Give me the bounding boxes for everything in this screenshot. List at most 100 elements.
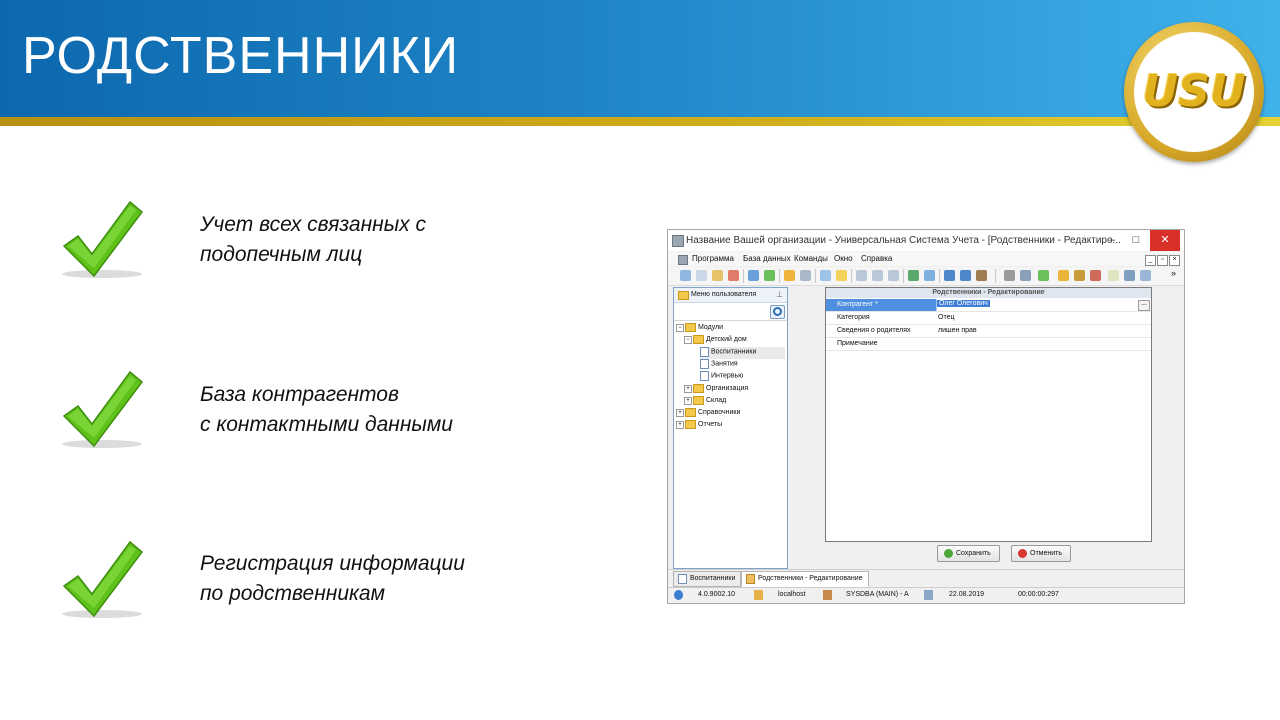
- menu-bar: Программа База данных Команды Окно Справ…: [668, 252, 1184, 266]
- save-label: Сохранить: [956, 550, 991, 557]
- window-title: Название Вашей организации - Универсальн…: [686, 235, 1121, 246]
- maximize-button[interactable]: □: [1124, 230, 1148, 251]
- filter-clear-icon[interactable]: [800, 270, 811, 281]
- logo-text: USU: [1142, 66, 1246, 117]
- pin-icon[interactable]: ⊥: [776, 290, 783, 299]
- user-menu-panel: Меню пользователя ⊥ − Модули − Детский дом…: [673, 287, 788, 569]
- new-record-icon[interactable]: [680, 270, 691, 281]
- export-icon[interactable]: [908, 270, 919, 281]
- tree-item-orphanage[interactable]: − Детский дом: [684, 335, 747, 347]
- next-record-icon[interactable]: [888, 270, 899, 281]
- tree-item-modules[interactable]: − Модули: [676, 323, 723, 335]
- bullet-line: Учет всех связанных с: [200, 213, 426, 236]
- bullet-1: Учет всех связанных с подопечным лиц: [200, 210, 426, 270]
- window-icon[interactable]: [944, 270, 955, 281]
- tools-icon[interactable]: [1004, 270, 1015, 281]
- menu-item-help[interactable]: Справка: [861, 254, 892, 263]
- minimize-button[interactable]: –: [1100, 230, 1124, 251]
- note-icon[interactable]: [836, 270, 847, 281]
- tree-item-warehouse[interactable]: + Склад: [684, 396, 726, 408]
- status-bar: 4.0.9002.10 localhost SYSDBA (MAIN) - A …: [668, 587, 1184, 603]
- bullet-3: Регистрация информации по родственникам: [200, 549, 465, 609]
- category-input[interactable]: Отец: [938, 314, 954, 321]
- settings-icon[interactable]: [1020, 270, 1031, 281]
- expand-icon[interactable]: +: [684, 396, 692, 405]
- copy-icon[interactable]: [696, 270, 707, 281]
- field-row-note[interactable]: Примечание: [826, 338, 1151, 351]
- users-icon[interactable]: [1074, 270, 1085, 281]
- app-window: Название Вашей организации - Универсальн…: [667, 229, 1185, 604]
- tree-item-label: Интервью: [711, 372, 744, 380]
- search-icon[interactable]: [770, 305, 785, 319]
- toolbar-separator: [779, 269, 780, 283]
- tree-item-interview[interactable]: Интервью: [700, 371, 743, 383]
- logo-inner: USU: [1134, 32, 1254, 152]
- expand-icon[interactable]: +: [676, 408, 684, 417]
- host-text: localhost: [778, 591, 806, 598]
- user-text: SYSDBA (MAIN) - A: [846, 591, 909, 598]
- toolbar-overflow-icon[interactable]: »: [1171, 268, 1176, 278]
- folder-icon: [685, 408, 696, 417]
- ellipsis-button[interactable]: ...: [1138, 300, 1150, 311]
- first-record-icon[interactable]: [856, 270, 867, 281]
- collapse-icon[interactable]: −: [676, 323, 684, 332]
- filter-icon[interactable]: [784, 270, 795, 281]
- tree-item-lessons[interactable]: Занятия: [700, 359, 738, 371]
- toolbar-separator: [815, 269, 816, 283]
- tree-item-reports[interactable]: + Отчеты: [676, 420, 722, 432]
- menu-item-window[interactable]: Окно: [834, 254, 853, 263]
- field-row-counterparty[interactable]: Контрагент * Олег Олегович ...: [826, 299, 1151, 312]
- mdi-minimize-button[interactable]: _: [1145, 255, 1156, 266]
- tab-label: Воспитанники: [690, 575, 736, 582]
- tree-item-label: Занятия: [711, 360, 738, 368]
- tree-item-directories[interactable]: + Справочники: [676, 408, 740, 420]
- save-button[interactable]: Сохранить: [937, 545, 1000, 562]
- close-button[interactable]: ✕: [1150, 230, 1180, 251]
- menu-item-database[interactable]: База данных: [743, 254, 791, 263]
- tab-pupils[interactable]: Воспитанники: [673, 571, 742, 587]
- menu-item-commands[interactable]: Команды: [794, 254, 828, 263]
- prev-record-icon[interactable]: [872, 270, 883, 281]
- refresh-icon[interactable]: [764, 270, 775, 281]
- checkmark-icon: [62, 370, 144, 448]
- bullet-line: Регистрация информации: [200, 552, 465, 575]
- search-icon[interactable]: [748, 270, 759, 281]
- calendar-icon[interactable]: [1108, 270, 1119, 281]
- field-label: Примечание: [837, 340, 878, 347]
- cancel-button[interactable]: Отменить: [1011, 545, 1071, 562]
- program-icon: [678, 255, 688, 265]
- window-close-icon[interactable]: [960, 270, 971, 281]
- tree-item-pupils[interactable]: Воспитанники: [700, 347, 785, 359]
- undo-icon[interactable]: [1140, 270, 1151, 281]
- tree-item-label: Модули: [698, 324, 724, 331]
- lock-icon[interactable]: [1058, 270, 1069, 281]
- user-menu-title: Меню пользователя: [691, 291, 757, 298]
- print-icon[interactable]: [976, 270, 987, 281]
- check-circle-icon: [944, 549, 953, 558]
- edit-icon[interactable]: [712, 270, 723, 281]
- tab-relatives-edit[interactable]: Родственники - Редактирование: [741, 571, 869, 587]
- field-row-category[interactable]: Категория Отец: [826, 312, 1151, 325]
- counterparty-input[interactable]: Олег Олегович: [937, 300, 990, 307]
- logout-icon[interactable]: [1090, 270, 1101, 281]
- import-icon[interactable]: [924, 270, 935, 281]
- usu-logo: USU: [1124, 22, 1264, 162]
- printer-icon[interactable]: [1124, 270, 1135, 281]
- tree-item-organization[interactable]: + Организация: [684, 384, 748, 396]
- database-icon: [754, 590, 763, 600]
- expand-icon[interactable]: +: [676, 420, 684, 429]
- mdi-close-button[interactable]: ×: [1169, 255, 1180, 266]
- collapse-icon[interactable]: −: [684, 335, 692, 344]
- slide-title: РОДСТВЕННИКИ: [22, 27, 460, 85]
- tree-item-label: Организация: [706, 385, 749, 392]
- expand-icon[interactable]: +: [684, 384, 692, 393]
- group-icon[interactable]: [820, 270, 831, 281]
- parents-info-input[interactable]: лишен прав: [938, 327, 977, 334]
- tab-label: Родственники - Редактирование: [758, 575, 863, 582]
- mdi-restore-button[interactable]: ▫: [1157, 255, 1168, 266]
- cancel-label: Отменить: [1030, 550, 1062, 557]
- field-row-parents-info[interactable]: Сведения о родителях лишен прав: [826, 325, 1151, 338]
- delete-icon[interactable]: [728, 270, 739, 281]
- chart-icon[interactable]: [1038, 270, 1049, 281]
- menu-item-program[interactable]: Программа: [692, 254, 734, 263]
